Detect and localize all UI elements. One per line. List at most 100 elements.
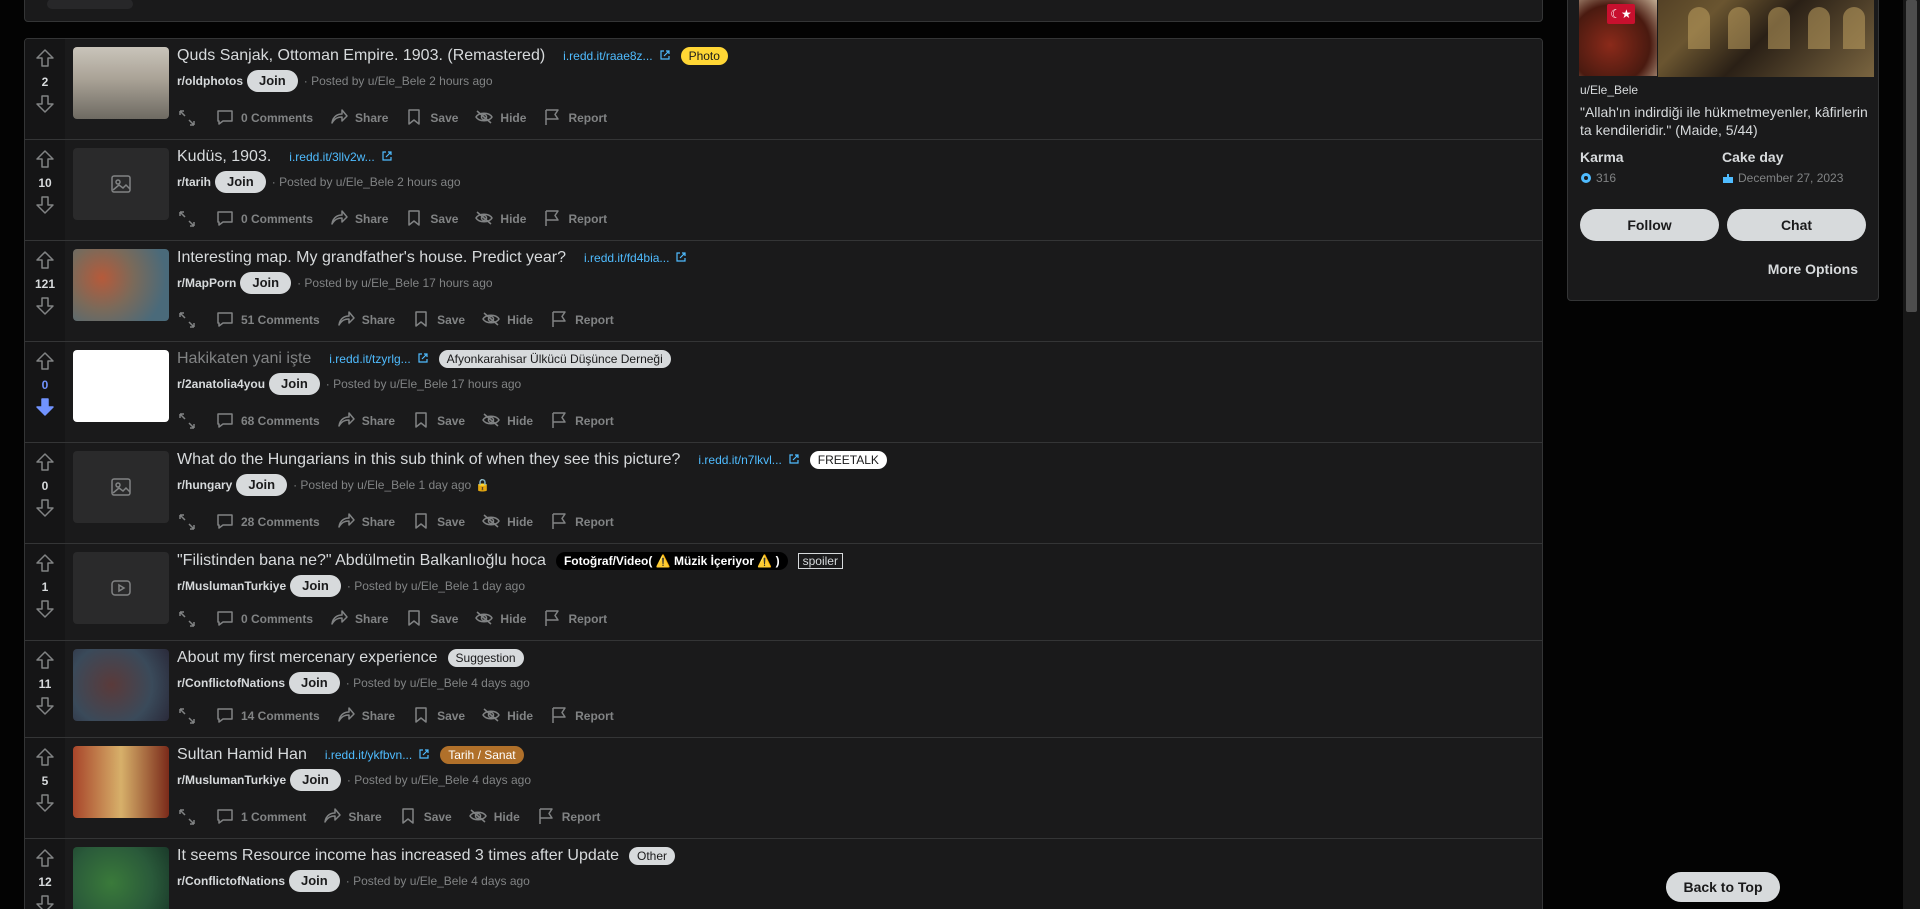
subreddit-link[interactable]: r/oldphotos: [177, 74, 243, 88]
avatar[interactable]: ☾★: [1578, 0, 1658, 77]
join-button[interactable]: Join: [289, 870, 340, 892]
share-button[interactable]: Share: [336, 410, 395, 433]
join-button[interactable]: Join: [269, 373, 320, 395]
downvote-icon[interactable]: [34, 695, 56, 717]
save-button[interactable]: Save: [404, 208, 458, 231]
top-pill[interactable]: [47, 0, 133, 9]
downvote-icon[interactable]: [34, 792, 56, 814]
downvote-icon[interactable]: [34, 893, 56, 909]
post-thumbnail[interactable]: [73, 451, 169, 523]
external-link[interactable]: i.redd.it/raae8z...: [563, 49, 670, 64]
expand-icon[interactable]: [177, 706, 197, 726]
external-link[interactable]: i.redd.it/tzyrlg...: [329, 352, 428, 367]
expand-icon[interactable]: [177, 512, 197, 532]
post-title[interactable]: Interesting map. My grandfather's house.…: [177, 249, 566, 267]
comments-button[interactable]: 68 Comments: [215, 410, 320, 433]
share-button[interactable]: Share: [329, 208, 388, 231]
comments-button[interactable]: 14 Comments: [215, 705, 320, 728]
save-button[interactable]: Save: [398, 806, 452, 829]
post-title[interactable]: Quds Sanjak, Ottoman Empire. 1903. (Rema…: [177, 47, 545, 65]
save-button[interactable]: Save: [404, 608, 458, 631]
share-button[interactable]: Share: [329, 608, 388, 631]
expand-icon[interactable]: [177, 807, 197, 827]
upvote-icon[interactable]: [34, 649, 56, 671]
downvote-icon[interactable]: [34, 93, 56, 115]
hide-button[interactable]: Hide: [481, 410, 533, 433]
comments-button[interactable]: 28 Comments: [215, 511, 320, 534]
report-button[interactable]: Report: [549, 511, 614, 534]
comments-button[interactable]: 51 Comments: [215, 309, 320, 332]
subreddit-link[interactable]: r/2anatolia4you: [177, 377, 265, 391]
report-button[interactable]: Report: [542, 608, 607, 631]
post-title[interactable]: What do the Hungarians in this sub think…: [177, 451, 680, 469]
join-button[interactable]: Join: [290, 575, 341, 597]
join-button[interactable]: Join: [240, 272, 292, 294]
subreddit-link[interactable]: r/ConflictofNations: [177, 874, 285, 888]
post-flair[interactable]: Fotoğraf/Video( ⚠️ Müzik İçeriyor ⚠️ ): [555, 552, 788, 570]
external-link[interactable]: i.redd.it/n7lkvl...: [698, 453, 799, 468]
subreddit-link[interactable]: r/MapPorn: [177, 276, 236, 290]
hide-button[interactable]: Hide: [474, 208, 526, 231]
upvote-icon[interactable]: [34, 47, 56, 69]
subreddit-link[interactable]: r/hungary: [177, 478, 232, 492]
upvote-icon[interactable]: [34, 451, 56, 473]
hide-button[interactable]: Hide: [474, 608, 526, 631]
post-thumbnail[interactable]: [73, 350, 169, 422]
post-thumbnail[interactable]: [73, 552, 169, 624]
hide-button[interactable]: Hide: [481, 511, 533, 534]
subreddit-link[interactable]: r/ConflictofNations: [177, 676, 285, 690]
post-thumbnail[interactable]: [73, 249, 169, 321]
subreddit-link[interactable]: r/MuslumanTurkiye: [177, 773, 286, 787]
external-link[interactable]: i.redd.it/fd4bia...: [584, 251, 687, 266]
post-thumbnail[interactable]: [73, 649, 169, 721]
comments-button[interactable]: 1 Comment: [215, 806, 306, 829]
chat-button[interactable]: Chat: [1727, 209, 1866, 241]
share-button[interactable]: Share: [336, 309, 395, 332]
expand-icon[interactable]: [177, 609, 197, 629]
post-card[interactable]: 0 What do the Hungarians in this sub thin…: [25, 443, 1542, 544]
upvote-icon[interactable]: [34, 350, 56, 372]
report-button[interactable]: Report: [542, 107, 607, 130]
post-thumbnail[interactable]: [73, 847, 169, 909]
report-button[interactable]: Report: [536, 806, 600, 829]
post-flair[interactable]: Suggestion: [447, 649, 524, 667]
post-flair[interactable]: Photo: [680, 47, 728, 65]
post-flair[interactable]: Afyonkarahisar Ülkücü Düşünce Derneği: [438, 350, 671, 368]
downvote-icon[interactable]: [34, 396, 56, 418]
subreddit-link[interactable]: r/tarih: [177, 175, 211, 189]
upvote-icon[interactable]: [34, 746, 56, 768]
share-button[interactable]: Share: [322, 806, 382, 829]
post-card[interactable]: 2 Quds Sanjak, Ottoman Empire. 1903. (Rem…: [25, 39, 1542, 140]
report-button[interactable]: Report: [549, 309, 614, 332]
upvote-icon[interactable]: [34, 552, 56, 574]
post-flair[interactable]: Tarih / Sanat: [440, 746, 524, 764]
external-link[interactable]: i.redd.it/3llv2w...: [289, 150, 392, 165]
save-button[interactable]: Save: [411, 511, 465, 534]
downvote-icon[interactable]: [34, 497, 56, 519]
back-to-top-button[interactable]: Back to Top: [1666, 872, 1780, 902]
post-title[interactable]: It seems Resource income has increased 3…: [177, 847, 619, 865]
post-title[interactable]: Sultan Hamid Han: [177, 746, 307, 764]
join-button[interactable]: Join: [289, 672, 340, 694]
join-button[interactable]: Join: [236, 474, 288, 496]
hide-button[interactable]: Hide: [468, 806, 520, 829]
expand-icon[interactable]: [177, 209, 197, 229]
expand-icon[interactable]: [177, 310, 197, 330]
subreddit-link[interactable]: r/MuslumanTurkiye: [177, 579, 286, 593]
scrollbar-thumb[interactable]: [1906, 0, 1917, 312]
expand-icon[interactable]: [177, 411, 197, 431]
upvote-icon[interactable]: [34, 249, 56, 271]
downvote-icon[interactable]: [34, 295, 56, 317]
post-title[interactable]: Kudüs, 1903.: [177, 148, 271, 166]
post-title[interactable]: About my first mercenary experience: [177, 649, 438, 667]
upvote-icon[interactable]: [34, 847, 56, 869]
share-button[interactable]: Share: [336, 705, 395, 728]
report-button[interactable]: Report: [549, 705, 614, 728]
post-flair[interactable]: FREETALK: [809, 451, 887, 469]
post-card[interactable]: 11 About my first mercenary experience Sug…: [25, 641, 1542, 738]
downvote-icon[interactable]: [34, 598, 56, 620]
share-button[interactable]: Share: [329, 107, 388, 130]
comments-button[interactable]: 0 Comments: [215, 107, 313, 130]
join-button[interactable]: Join: [215, 171, 266, 193]
downvote-icon[interactable]: [34, 194, 56, 216]
